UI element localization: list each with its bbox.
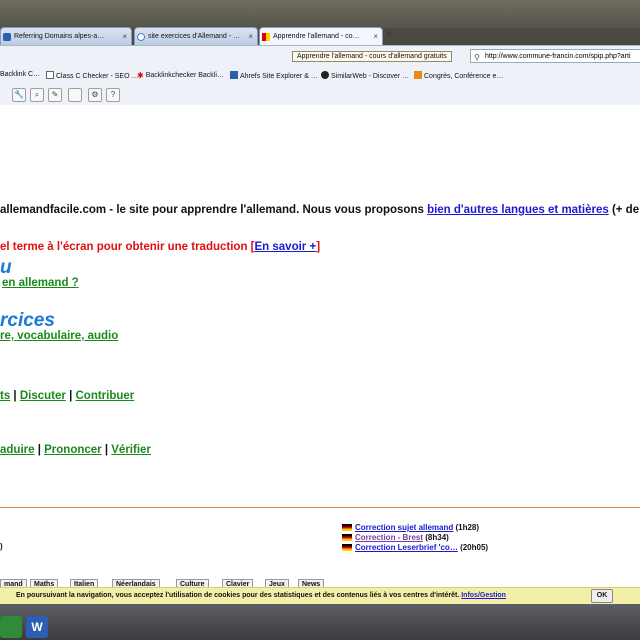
section-divider — [0, 507, 640, 508]
other-languages-link[interactable]: bien d'autres langues et matières — [427, 204, 609, 216]
feed-time: (20h05) — [460, 543, 489, 552]
feed-time: (1h28) — [455, 523, 480, 532]
feed-item: Correction Leserbrief 'co… (20h05) — [342, 543, 488, 552]
pencil-icon[interactable]: ✎ — [48, 88, 62, 102]
section-heading-exercices: rcices — [0, 310, 55, 331]
document-icon — [46, 71, 54, 79]
link-traduire[interactable]: aduire — [0, 444, 35, 456]
tab-label: Referring Domains alpes-a… — [14, 33, 105, 40]
bookmark-ahrefs[interactable]: Ahrefs Site Explorer & … — [230, 71, 318, 80]
link-prononcer[interactable]: Prononcer — [44, 444, 102, 456]
addon-toolbar: 🔧 ⌕ ✎ ⚙ ? — [0, 85, 640, 106]
page-content — [0, 105, 640, 587]
bookmark-backlink[interactable]: Backlink C… — [0, 71, 40, 78]
tab-tooltip: Apprendre l'allemand - cours d'allemand … — [292, 51, 452, 62]
word-taskbar-icon[interactable]: W — [26, 616, 48, 638]
link-contribuer[interactable]: Contribuer — [75, 390, 134, 402]
desktop-background — [0, 0, 640, 28]
community-links: ts | Discuter | Contribuer — [0, 390, 135, 402]
tab-close-icon[interactable]: × — [248, 28, 253, 45]
cookie-banner: En poursuivant la navigation, vous accep… — [0, 587, 640, 605]
tab-label: Apprendre l'allemand - co… — [273, 33, 360, 40]
new-tab-button[interactable]: + — [386, 29, 392, 40]
german-flag-icon — [342, 544, 352, 551]
address-bar[interactable]: ⚲ http://www.commune-francin.com/spip.ph… — [470, 49, 640, 63]
section-heading-cours: u — [0, 257, 12, 278]
translate-hint: el terme à l'écran pour obtenir une trad… — [0, 241, 320, 253]
help-icon[interactable]: ? — [106, 88, 120, 102]
tab-close-icon[interactable]: × — [122, 28, 127, 45]
cursor-icon — [230, 71, 238, 79]
tab-referring-domains[interactable]: Referring Domains alpes-a… × — [0, 27, 132, 45]
url-text: http://www.commune-francin.com/spip.php?… — [485, 53, 631, 60]
cookie-info-link[interactable]: Infos/Gestion — [461, 592, 506, 599]
similarweb-icon — [321, 71, 329, 79]
bookmark-congres[interactable]: Congrès, Conférence e… — [414, 71, 503, 80]
blank-icon[interactable] — [68, 88, 82, 102]
site-favicon-icon — [262, 33, 270, 41]
intro-line: allemandfacile.com - le site pour appren… — [0, 204, 640, 216]
learn-more-link[interactable]: En savoir + — [255, 241, 317, 253]
tab-close-icon[interactable]: × — [373, 28, 378, 45]
link-en-allemand[interactable]: en allemand ? — [2, 277, 79, 289]
google-favicon-icon — [137, 33, 145, 41]
translate-text: el terme à l'écran pour obtenir une trad… — [0, 241, 255, 253]
left-fragment: ) — [0, 542, 3, 551]
feed-link[interactable]: Correction sujet allemand — [355, 523, 453, 532]
excel-taskbar-icon[interactable] — [0, 616, 22, 638]
cookie-ok-button[interactable]: OK — [591, 589, 613, 603]
bookmarks-bar: Backlink C… Class C Checker - SEO … ✱ Bac… — [0, 67, 640, 86]
bookmark-backlinkchecker[interactable]: ✱ Backlinkchecker Backli… — [137, 71, 224, 80]
link-discuter[interactable]: Discuter — [20, 390, 66, 402]
bookmark-similarweb[interactable]: SimilarWeb - Discover … — [321, 71, 409, 80]
feed-item: Correction - Brest (8h34) — [342, 533, 449, 542]
link-vocabulaire[interactable]: re, vocabulaire, audio — [0, 330, 118, 342]
link-verifier[interactable]: Vérifier — [111, 444, 151, 456]
german-flag-icon — [342, 524, 352, 531]
gear-icon[interactable]: ⚙ — [88, 88, 102, 102]
feed-link[interactable]: Correction - Brest — [355, 533, 423, 542]
tool-links: aduire | Prononcer | Vérifier — [0, 444, 151, 456]
translate-close: ] — [316, 241, 321, 253]
bookmark-class-c-checker[interactable]: Class C Checker - SEO … — [46, 71, 138, 80]
taskbar — [0, 604, 640, 640]
intro-tail: (+ de 10 — [611, 204, 640, 216]
cursor-favicon-icon — [3, 33, 11, 41]
wrench-icon[interactable]: 🔧 — [12, 88, 26, 102]
tab-label: site exercices d'Allemand - … — [148, 33, 240, 40]
tab-apprendre-allemand[interactable]: Apprendre l'allemand - co… × — [259, 27, 383, 45]
cookie-text: En poursuivant la navigation, vous accep… — [16, 592, 506, 599]
link-ts[interactable]: ts — [0, 390, 10, 402]
german-flag-icon — [342, 534, 352, 541]
feed-item: Correction sujet allemand (1h28) — [342, 523, 479, 532]
search-icon[interactable]: ⌕ — [30, 88, 44, 102]
feed-link[interactable]: Correction Leserbrief 'co… — [355, 543, 458, 552]
tab-site-exercices[interactable]: site exercices d'Allemand - … × — [134, 27, 258, 45]
intro-text: allemandfacile.com - le site pour appren… — [0, 204, 428, 216]
star-icon: ✱ — [137, 71, 144, 80]
orange-square-icon — [414, 71, 422, 79]
search-icon: ⚲ — [474, 53, 480, 62]
feed-time: (8h34) — [425, 533, 449, 542]
